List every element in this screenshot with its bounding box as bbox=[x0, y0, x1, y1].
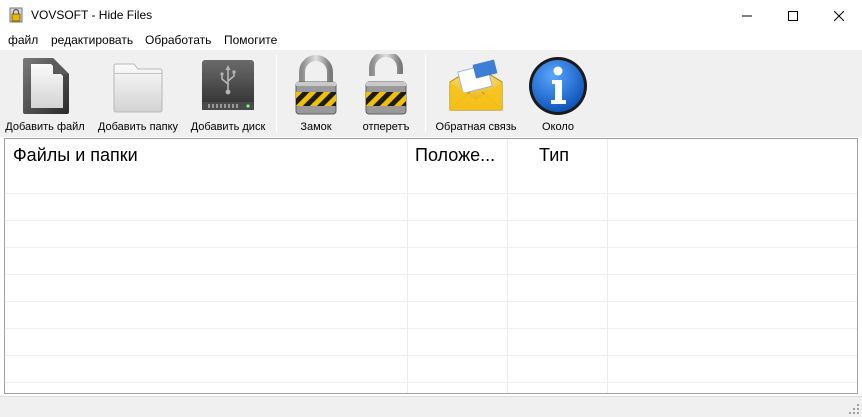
unlock-button[interactable]: отперетъ bbox=[354, 54, 418, 136]
column-header-files[interactable]: Файлы и папки bbox=[13, 139, 407, 169]
add-file-button[interactable]: Добавить файл bbox=[4, 54, 86, 136]
padlock-open-icon bbox=[365, 54, 407, 115]
close-icon bbox=[834, 10, 844, 21]
add-disk-button[interactable]: Добавить диск bbox=[188, 54, 268, 136]
toolbar: Добавить файл Добавить папку Добавить ди… bbox=[0, 50, 862, 137]
lock-button[interactable]: Замок bbox=[284, 54, 348, 136]
title-bar: VOVSOFT - Hide Files bbox=[0, 0, 862, 31]
row-divider bbox=[5, 355, 857, 356]
row-divider bbox=[5, 382, 857, 383]
file-list[interactable]: Файлы и папки Положе... Тип bbox=[4, 138, 858, 394]
window-title: VOVSOFT - Hide Files bbox=[31, 8, 153, 22]
feedback-button[interactable]: Обратная связь bbox=[432, 54, 520, 136]
about-button[interactable]: Около bbox=[526, 54, 590, 136]
lock-app-icon bbox=[9, 7, 23, 23]
add-folder-label: Добавить папку bbox=[97, 121, 179, 133]
about-label: Около bbox=[541, 121, 575, 133]
minimize-button[interactable] bbox=[724, 0, 770, 31]
column-header-location[interactable]: Положе... bbox=[415, 139, 511, 169]
add-folder-button[interactable]: Добавить папку bbox=[96, 54, 180, 136]
file-icon bbox=[23, 58, 69, 114]
row-divider bbox=[5, 274, 857, 275]
info-icon bbox=[529, 57, 587, 115]
row-divider bbox=[5, 328, 857, 329]
row-divider bbox=[5, 193, 857, 194]
maximize-button[interactable] bbox=[770, 0, 816, 31]
row-divider bbox=[5, 220, 857, 221]
add-file-label: Добавить файл bbox=[5, 121, 85, 133]
toolbar-separator bbox=[425, 54, 426, 132]
menu-process[interactable]: Обработать bbox=[145, 33, 211, 47]
folder-icon bbox=[113, 63, 163, 113]
row-divider bbox=[5, 247, 857, 248]
lock-label: Замок bbox=[300, 121, 332, 133]
menu-edit[interactable]: редактировать bbox=[51, 33, 133, 47]
resize-grip-icon[interactable] bbox=[848, 403, 860, 415]
menu-file[interactable]: файл bbox=[8, 33, 38, 47]
envelope-icon bbox=[449, 59, 503, 111]
usb-drive-icon bbox=[202, 60, 254, 110]
minimize-icon bbox=[742, 15, 752, 16]
row-divider bbox=[5, 301, 857, 302]
column-header-type[interactable]: Тип bbox=[539, 139, 609, 169]
padlock-closed-icon bbox=[295, 55, 337, 115]
maximize-icon bbox=[788, 10, 798, 21]
close-button[interactable] bbox=[816, 0, 862, 31]
menu-help[interactable]: Помогите bbox=[224, 33, 277, 47]
unlock-label: отперетъ bbox=[362, 121, 410, 133]
add-disk-label: Добавить диск bbox=[190, 121, 266, 133]
status-bar bbox=[0, 396, 862, 417]
toolbar-separator bbox=[276, 54, 277, 132]
feedback-label: Обратная связь bbox=[435, 121, 517, 133]
menu-bar: файл редактировать Обработать Помогите bbox=[0, 31, 862, 50]
